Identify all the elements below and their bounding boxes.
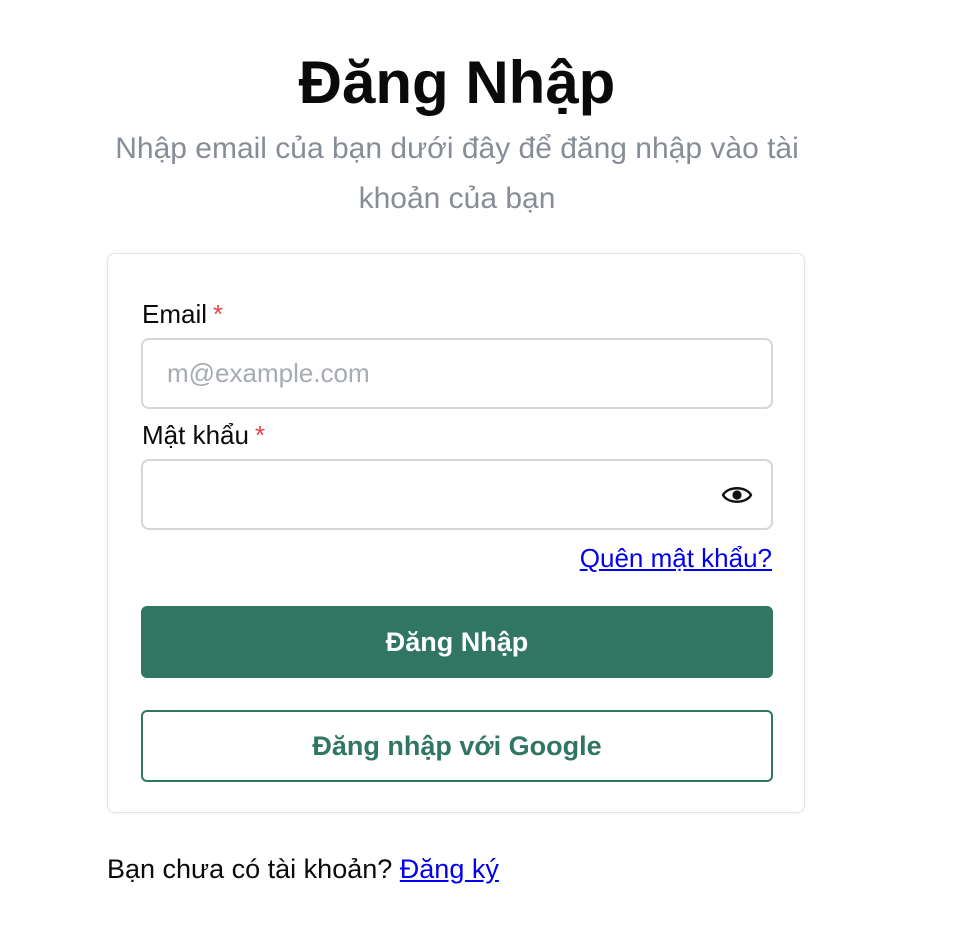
password-label: Mật khẩu * <box>142 419 265 451</box>
email-placeholder: m@example.com <box>167 358 370 388</box>
password-label-text: Mật khẩu <box>142 420 249 450</box>
password-field[interactable] <box>141 459 773 530</box>
google-login-button[interactable]: Đăng nhập với Google <box>141 710 773 782</box>
eye-icon[interactable] <box>721 481 753 509</box>
login-page: Đăng Nhập Nhập email của bạn dưới đây để… <box>0 0 958 942</box>
email-label: Email * <box>142 298 223 330</box>
page-title: Đăng Nhập <box>298 49 616 116</box>
signup-prompt-text: Bạn chưa có tài khoản? <box>107 854 393 884</box>
email-field[interactable]: m@example.com <box>141 338 773 409</box>
email-label-text: Email <box>142 299 208 329</box>
password-required-mark: * <box>254 420 266 450</box>
login-card: Email * m@example.com Mật khẩu * Quên mật … <box>107 253 805 813</box>
email-required-mark: * <box>213 299 224 329</box>
signup-link[interactable]: Đăng ký <box>400 854 499 884</box>
page-subtitle: Nhập email của bạn dưới đây để đăng nhập… <box>115 132 799 215</box>
forgot-password-link[interactable]: Quên mật khẩu? <box>580 542 772 574</box>
signup-prompt: Bạn chưa có tài khoản? Đăng ký <box>107 852 499 886</box>
login-button[interactable]: Đăng Nhập <box>141 606 773 678</box>
